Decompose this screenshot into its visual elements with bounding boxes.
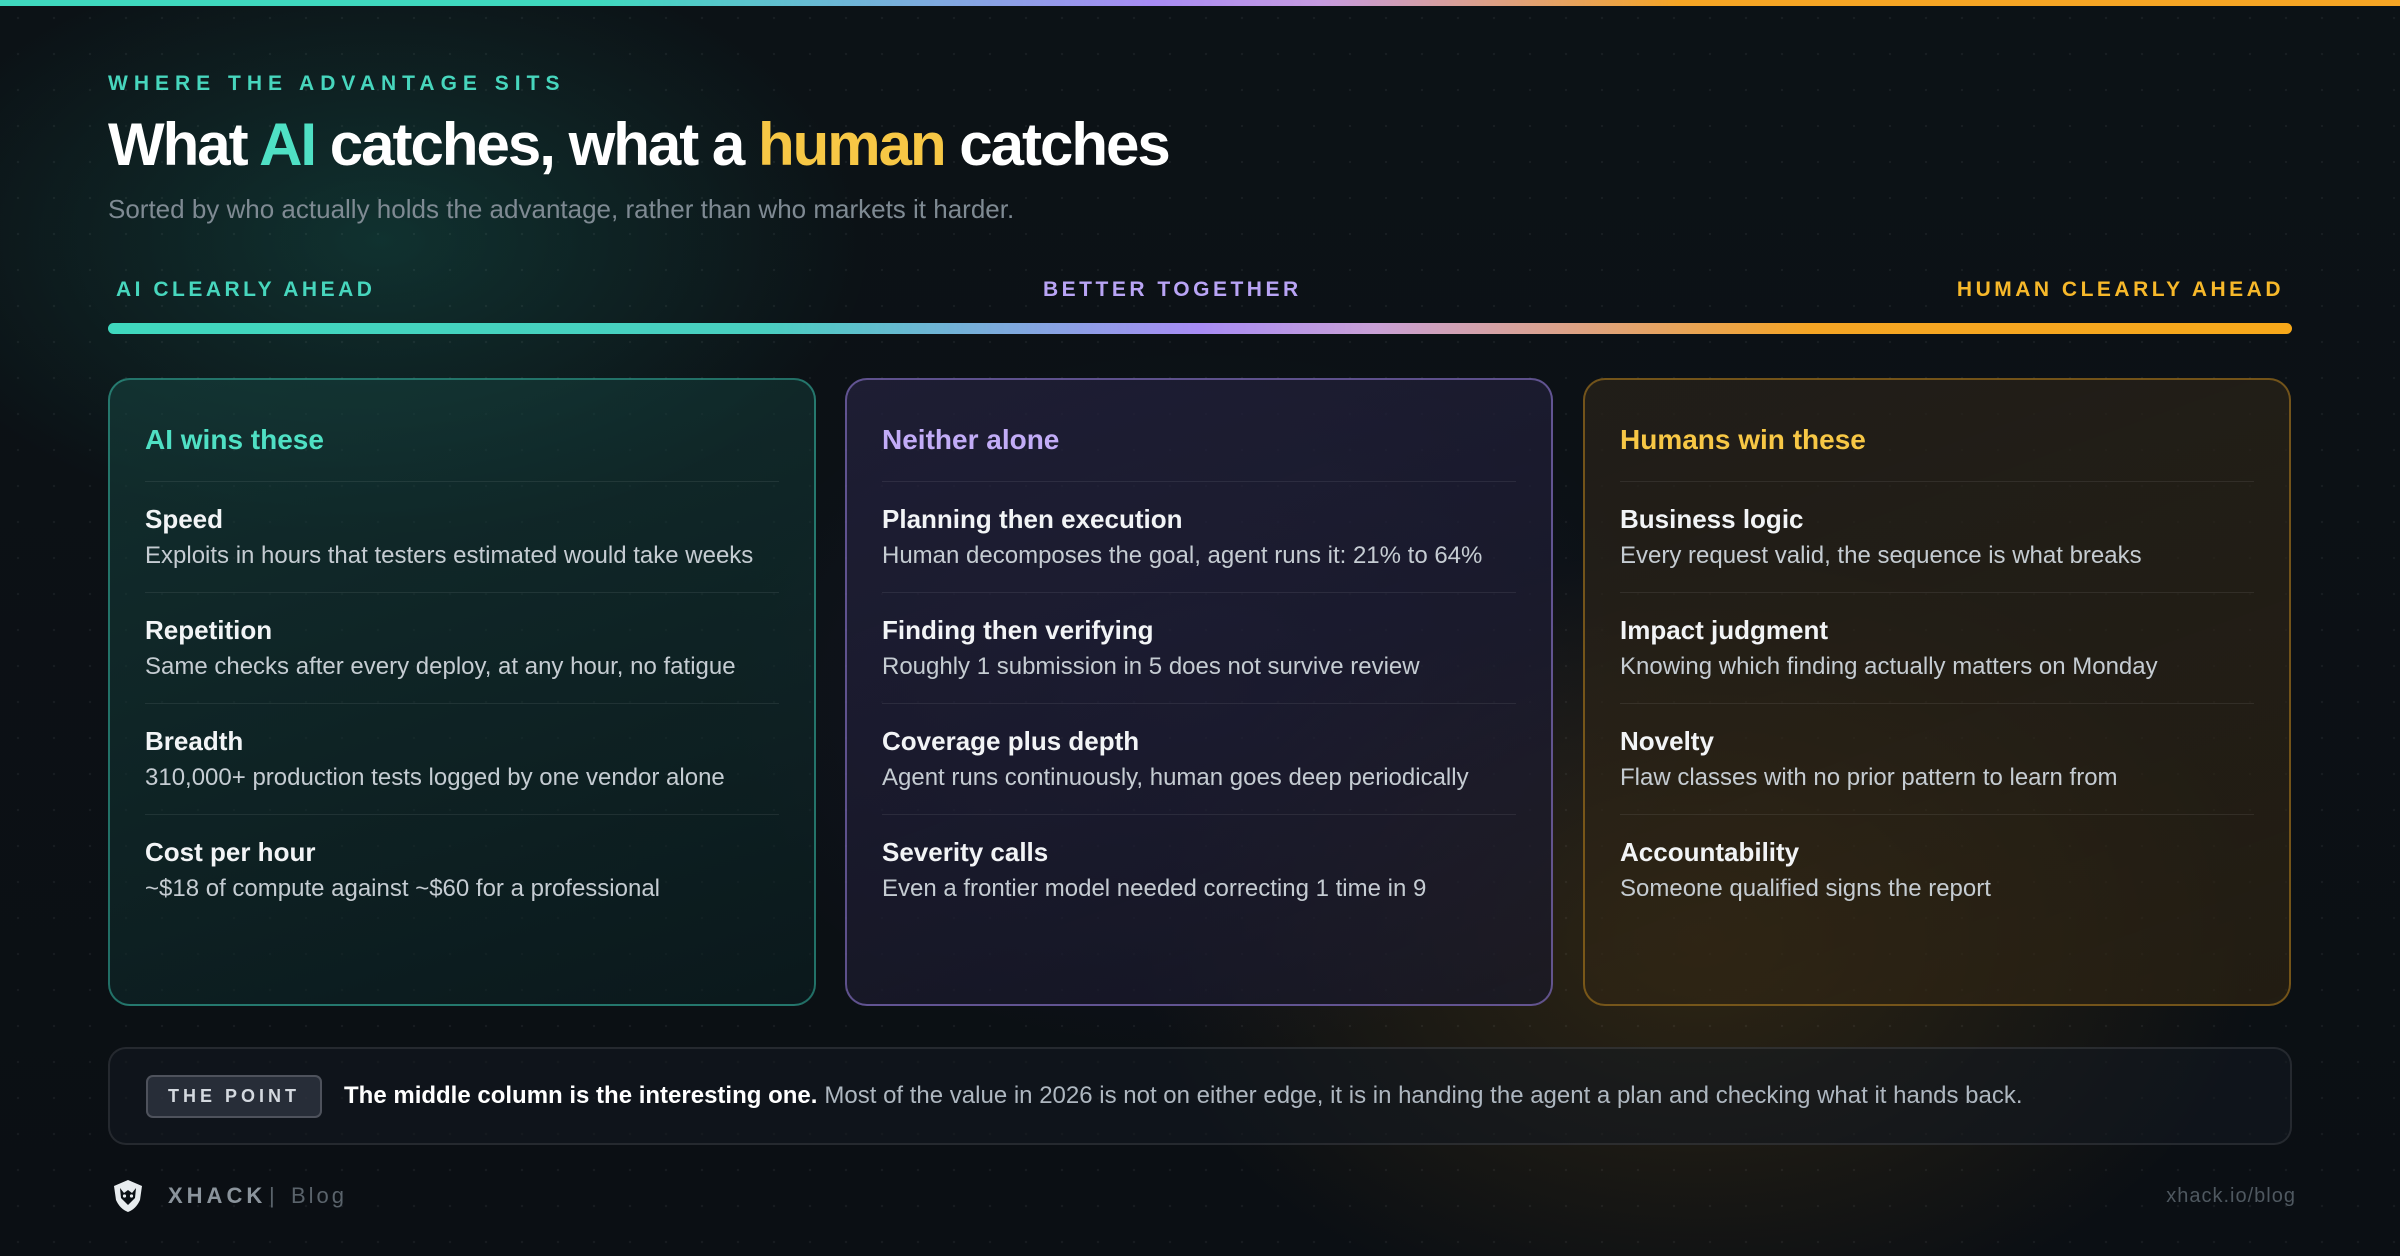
card-title: Humans win these: [1620, 420, 2254, 482]
list-item: Planning then execution Human decomposes…: [882, 482, 1516, 593]
item-description: Knowing which finding actually matters o…: [1620, 653, 2158, 680]
point-body: Most of the value in 2026 is not on eith…: [824, 1082, 2023, 1109]
item-title: Breadth: [145, 726, 244, 756]
item-title: Severity calls: [882, 837, 1049, 867]
item-description: Someone qualified signs the report: [1620, 875, 1991, 902]
item-title: Finding then verifying: [882, 615, 1154, 645]
title-part1: What: [108, 111, 260, 178]
title-part3: catches: [944, 111, 1171, 178]
item-description: Same checks after every deploy, at any h…: [145, 653, 736, 680]
eyebrow: WHERE THE ADVANTAGE SITS: [108, 72, 566, 95]
wolf-shield-icon: [114, 1180, 142, 1212]
list-item: Speed Exploits in hours that testers est…: [145, 482, 779, 593]
list-item: Accountability Someone qualified signs t…: [1620, 815, 2254, 925]
item-title: Business logic: [1620, 504, 1804, 534]
subtitle: Sorted by who actually holds the advanta…: [108, 194, 1015, 224]
scale-label-together: BETTER TOGETHER: [1043, 278, 1302, 301]
title-ai-highlight: AI: [259, 111, 317, 178]
item-description: Exploits in hours that testers estimated…: [145, 542, 754, 569]
list-item: Coverage plus depth Agent runs continuou…: [882, 704, 1516, 815]
humans-win-card: Humans win these Business logic Every re…: [1583, 378, 2291, 1006]
item-description: 310,000+ production tests logged by one …: [145, 764, 725, 791]
list-item: Novelty Flaw classes with no prior patte…: [1620, 704, 2254, 815]
title-part2: catches, what a: [315, 111, 758, 178]
scale-label-human: HUMAN CLEARLY AHEAD: [1956, 278, 2284, 301]
point-headline: The middle column is the interesting one…: [344, 1082, 818, 1109]
item-description: Agent runs continuously, human goes deep…: [882, 764, 1469, 791]
scale-label-ai: AI CLEARLY AHEAD: [116, 278, 376, 301]
card-title: Neither alone: [882, 420, 1516, 482]
item-title: Speed: [145, 504, 224, 534]
item-title: Novelty: [1620, 726, 1714, 756]
item-title: Planning then execution: [882, 504, 1183, 534]
item-title: Repetition: [145, 615, 273, 645]
card-title: AI wins these: [145, 420, 779, 482]
item-description: Every request valid, the sequence is wha…: [1620, 542, 2142, 569]
footer-url[interactable]: xhack.io/blog: [2166, 1185, 2296, 1208]
the-point-callout: THE POINT The middle column is the inter…: [108, 1047, 2292, 1145]
neither-alone-card: Neither alone Planning then execution Hu…: [845, 378, 1553, 1006]
footer-brand: XHACK: [168, 1183, 267, 1208]
item-description: Even a frontier model needed correcting …: [882, 875, 1427, 902]
page-title: What AI catches, what a human catches: [108, 110, 1171, 179]
item-title: Impact judgment: [1620, 615, 1829, 645]
item-description: Flaw classes with no prior pattern to le…: [1620, 764, 2118, 791]
item-description: Roughly 1 submission in 5 does not survi…: [882, 653, 1420, 680]
item-title: Coverage plus depth: [882, 726, 1140, 756]
ai-wins-card: AI wins these Speed Exploits in hours th…: [108, 378, 816, 1006]
item-description: Human decomposes the goal, agent runs it…: [882, 542, 1483, 569]
item-title: Accountability: [1620, 837, 1800, 867]
the-point-badge: THE POINT: [146, 1074, 323, 1118]
list-item: Breadth 310,000+ production tests logged…: [145, 704, 779, 815]
title-human-highlight: human: [757, 111, 947, 178]
list-item: Cost per hour ~$18 of compute against ~$…: [145, 815, 779, 925]
item-title: Cost per hour: [145, 837, 316, 867]
advantage-scale-bar: [108, 323, 2292, 334]
list-item: Repetition Same checks after every deplo…: [145, 593, 779, 704]
list-item: Finding then verifying Roughly 1 submiss…: [882, 593, 1516, 704]
list-item: Impact judgment Knowing which finding ac…: [1620, 593, 2254, 704]
list-item: Severity calls Even a frontier model nee…: [882, 815, 1516, 925]
footer-section: Blog: [291, 1183, 348, 1208]
slide-content: WHERE THE ADVANTAGE SITS What AI catches…: [108, 0, 2295, 1256]
list-item: Business logic Every request valid, the …: [1620, 482, 2254, 593]
item-description: ~$18 of compute against ~$60 for a profe…: [145, 875, 661, 902]
footer-separator: |: [269, 1183, 275, 1208]
